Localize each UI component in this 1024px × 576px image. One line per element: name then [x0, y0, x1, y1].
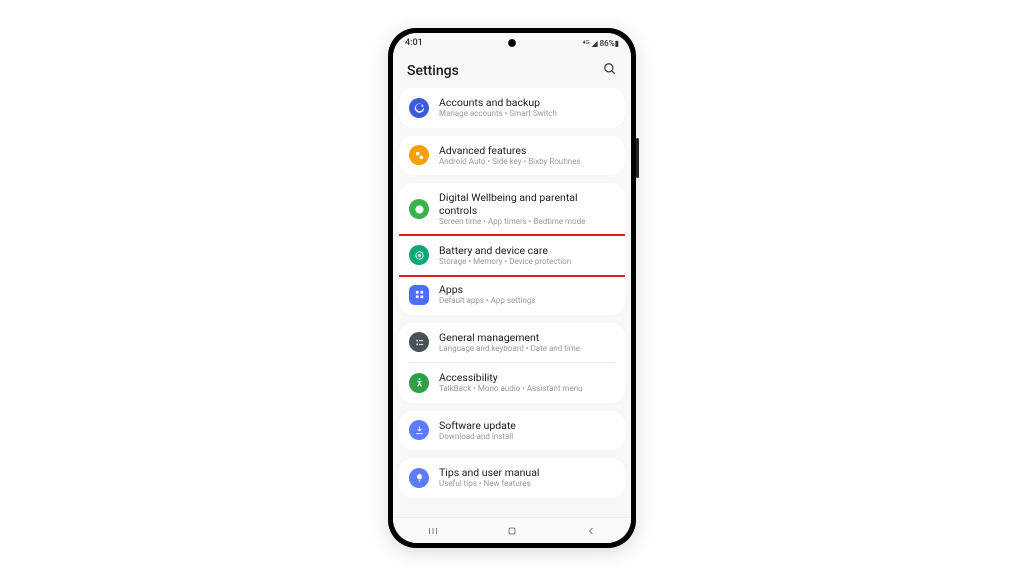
settings-item-wellbeing[interactable]: Digital Wellbeing and parental controlsS…	[399, 183, 625, 236]
settings-item-tips[interactable]: Tips and user manualUseful tips • New fe…	[399, 458, 625, 498]
settings-item-accessibility[interactable]: AccessibilityTalkBack • Mono audio • Ass…	[399, 363, 625, 403]
item-text: Software updateDownload and install	[439, 419, 615, 443]
item-title: Apps	[439, 283, 615, 296]
care-icon	[409, 245, 429, 265]
item-text: Accounts and backupManage accounts • Sma…	[439, 96, 615, 120]
page-title: Settings	[407, 63, 459, 79]
status-right: ⁴ᴳ ◢ 86%▮	[583, 39, 619, 48]
power-button	[636, 138, 639, 178]
settings-item-apps[interactable]: AppsDefault apps • App settings	[399, 275, 625, 315]
item-desc: TalkBack • Mono audio • Assistant menu	[439, 384, 615, 394]
item-title: Advanced features	[439, 144, 615, 157]
phone-frame: 4:01 ⁴ᴳ ◢ 86%▮ Settings Accounts and bac…	[388, 28, 636, 548]
item-text: Battery and device careStorage • Memory …	[439, 244, 615, 268]
nav-bar	[393, 517, 631, 543]
settings-group: General managementLanguage and keyboard …	[399, 323, 625, 403]
update-icon	[409, 420, 429, 440]
settings-item-advanced[interactable]: Advanced featuresAndroid Auto • Side key…	[399, 136, 625, 176]
tips-icon	[409, 468, 429, 488]
item-desc: Manage accounts • Smart Switch	[439, 109, 615, 119]
apps-icon	[409, 285, 429, 305]
item-desc: Default apps • App settings	[439, 296, 615, 306]
advanced-icon	[409, 145, 429, 165]
item-text: AppsDefault apps • App settings	[439, 283, 615, 307]
item-text: AccessibilityTalkBack • Mono audio • Ass…	[439, 371, 615, 395]
nav-back[interactable]	[576, 525, 606, 537]
item-desc: Download and install	[439, 432, 615, 442]
item-text: General managementLanguage and keyboard …	[439, 331, 615, 355]
item-title: Tips and user manual	[439, 466, 615, 479]
settings-item-update[interactable]: Software updateDownload and install	[399, 411, 625, 451]
sync-icon	[409, 98, 429, 118]
header: Settings	[393, 53, 631, 88]
settings-item-general[interactable]: General managementLanguage and keyboard …	[399, 323, 625, 363]
settings-group: Digital Wellbeing and parental controlsS…	[399, 183, 625, 315]
item-desc: Language and keyboard • Date and time	[439, 344, 615, 354]
item-title: General management	[439, 331, 615, 344]
general-icon	[409, 332, 429, 352]
wellbeing-icon	[409, 199, 429, 219]
settings-group: Software updateDownload and install	[399, 411, 625, 451]
status-time: 4:01	[405, 38, 423, 48]
item-desc: Useful tips • New features	[439, 479, 615, 489]
search-icon[interactable]	[603, 61, 617, 80]
front-camera	[508, 39, 516, 47]
screen: 4:01 ⁴ᴳ ◢ 86%▮ Settings Accounts and bac…	[393, 33, 631, 543]
settings-group: Advanced featuresAndroid Auto • Side key…	[399, 136, 625, 176]
settings-item-accounts[interactable]: Accounts and backupManage accounts • Sma…	[399, 88, 625, 128]
settings-list[interactable]: Accounts and backupManage accounts • Sma…	[393, 88, 631, 517]
nav-recents[interactable]	[418, 525, 448, 537]
item-title: Accounts and backup	[439, 96, 615, 109]
item-text: Advanced featuresAndroid Auto • Side key…	[439, 144, 615, 168]
item-desc: Storage • Memory • Device protection	[439, 257, 615, 267]
settings-item-battery[interactable]: Battery and device careStorage • Memory …	[399, 234, 625, 278]
status-signal: ⁴ᴳ ◢ 86%▮	[583, 39, 619, 48]
settings-group: Accounts and backupManage accounts • Sma…	[399, 88, 625, 128]
item-text: Digital Wellbeing and parental controlsS…	[439, 191, 615, 228]
item-title: Accessibility	[439, 371, 615, 384]
item-desc: Android Auto • Side key • Bixby Routines	[439, 157, 615, 167]
item-title: Software update	[439, 419, 615, 432]
item-desc: Screen time • App timers • Bedtime mode	[439, 217, 615, 227]
settings-group: Tips and user manualUseful tips • New fe…	[399, 458, 625, 498]
item-text: Tips and user manualUseful tips • New fe…	[439, 466, 615, 490]
nav-home[interactable]	[497, 525, 527, 537]
item-title: Battery and device care	[439, 244, 615, 257]
accessibility-icon	[409, 373, 429, 393]
item-title: Digital Wellbeing and parental controls	[439, 191, 615, 217]
